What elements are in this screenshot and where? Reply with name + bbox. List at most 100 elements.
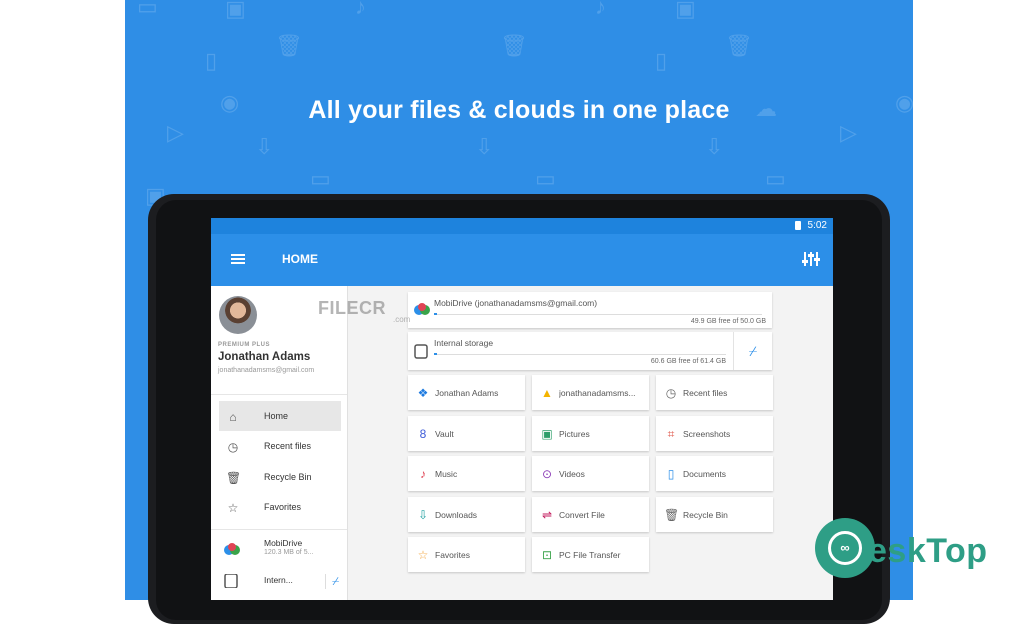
tile-label: PC File Transfer: [559, 550, 621, 560]
tile-label: Music: [435, 469, 458, 479]
drawer-item-recent-files[interactable]: ◷ Recent files: [219, 431, 341, 461]
image-icon: ▣: [675, 0, 696, 21]
tile-jonathanadamsms[interactable]: ▲ jonathanadamsms...: [532, 375, 649, 410]
screenshot-icon: ⌗: [667, 426, 675, 441]
music-icon: ♪: [420, 467, 426, 481]
brand-logo: ∞: [815, 518, 875, 578]
trash-icon: 🗑: [500, 33, 528, 58]
drawer-item-label: Favorites: [264, 502, 302, 512]
play-icon: ▷: [167, 120, 184, 145]
home-content: MobiDrive (jonathanadamsms@gmail.com) 49…: [348, 286, 833, 600]
tile-label: Documents: [683, 469, 726, 479]
storage-progress: [434, 313, 762, 315]
tile-pictures[interactable]: ▣ Pictures: [532, 415, 649, 451]
storage-name: MobiDrive: [264, 538, 303, 548]
storage-name: Intern...: [264, 575, 293, 585]
clean-icon[interactable]: ⌿: [733, 332, 772, 370]
folder-icon: ▭: [765, 166, 786, 191]
download-icon: ⇩: [475, 134, 494, 159]
drawer-item-label: Recycle Bin: [264, 472, 312, 482]
folder-icon: ▭: [310, 166, 331, 191]
tile-pc-file-transfer[interactable]: ⊡ PC File Transfer: [532, 537, 649, 572]
tile-favorites[interactable]: ☆ Favorites: [408, 537, 525, 572]
headline: All your files & clouds in one place: [308, 96, 730, 124]
app-screen: 5:02 HOME PREMIUM PLUS Jonathan Adams jo…: [211, 218, 833, 600]
menu-icon[interactable]: [231, 254, 245, 264]
clock-icon: ◷: [227, 440, 239, 454]
google-drive-icon: ▲: [541, 386, 553, 400]
tile-screenshots[interactable]: ⌗ Screenshots: [656, 415, 773, 451]
star-icon: ☆: [417, 548, 429, 562]
tile-vault[interactable]: 8 Vault: [408, 415, 525, 451]
tile-label: Recycle Bin: [683, 509, 728, 520]
download-icon: ⇩: [705, 134, 724, 159]
watermark-domain: .com: [393, 315, 411, 324]
tile-label: Jonathan Adams: [435, 388, 499, 398]
home-icon: ⌂: [229, 410, 237, 424]
tablet-icon: [224, 574, 238, 588]
pc-transfer-icon: ⊡: [541, 548, 553, 562]
drawer-storage-internal[interactable]: Intern... ⌿: [219, 568, 344, 598]
tile-videos[interactable]: ⊙ Videos: [532, 456, 649, 491]
tile-recycle-bin[interactable]: 🗑 Recycle Bin: [656, 496, 773, 532]
dropbox-icon: ❖: [417, 386, 429, 400]
cloud-icon: [414, 303, 430, 315]
image-icon: ▣: [225, 0, 246, 21]
tile-label: jonathanadamsms...: [559, 388, 636, 398]
document-icon: ▯: [205, 48, 218, 73]
account-email: jonathanadamsms@gmail.com: [218, 367, 315, 374]
tile-documents[interactable]: ▯ Documents: [656, 456, 773, 491]
drawer-item-favorites[interactable]: ☆ Favorites: [219, 492, 341, 522]
star-icon: ☆: [227, 501, 239, 515]
avatar[interactable]: [219, 296, 257, 334]
clock-icon: ◷: [665, 386, 677, 400]
watermark: FILECR: [318, 298, 386, 318]
infinity-icon: ∞: [828, 531, 862, 565]
tablet-icon: [414, 344, 428, 359]
play-icon: ▷: [840, 120, 857, 145]
storage-card-internal[interactable]: Internal storage 60.6 GB free of 61.4 GB…: [408, 332, 772, 370]
brand-text-part: esk: [868, 532, 927, 570]
drawer-item-recycle-bin[interactable]: 🗑 Recycle Bin: [219, 462, 341, 492]
trash-icon: 🗑: [725, 33, 753, 58]
lock-icon: 8: [419, 426, 427, 441]
tile-convert-file[interactable]: ⇌ Convert File: [532, 496, 649, 532]
storage-card-mobidrive[interactable]: MobiDrive (jonathanadamsms@gmail.com) 49…: [408, 292, 772, 328]
status-bar: 5:02: [211, 218, 833, 234]
folder-icon: ▭: [535, 166, 556, 191]
storage-free: 49.9 GB free of 50.0 GB: [690, 318, 766, 325]
drawer-item-label: Recent files: [264, 441, 312, 451]
image-icon: ▣: [541, 426, 553, 441]
folder-icon: ▭: [137, 0, 158, 19]
filter-settings-icon[interactable]: [802, 251, 820, 267]
storage-name: Internal storage: [434, 338, 494, 348]
storage-progress: [434, 353, 726, 355]
storage-free: 60.6 GB free of 61.4 GB: [650, 358, 726, 365]
tile-downloads[interactable]: ⇩ Downloads: [408, 496, 525, 532]
tile-label: Downloads: [435, 509, 478, 520]
trash-icon: 🗑: [275, 33, 303, 58]
drawer-item-home[interactable]: ⌂ Home: [219, 401, 341, 431]
music-icon: ♪: [595, 0, 606, 19]
page-title: HOME: [282, 252, 318, 266]
tile-label: Vault: [435, 428, 454, 439]
drawer-item-label: Home: [264, 411, 289, 421]
app-bar: HOME: [211, 234, 833, 286]
tile-label: Pictures: [559, 428, 590, 439]
brand-text-part: Top: [926, 532, 988, 570]
trash-icon: 🗑: [226, 471, 242, 485]
drawer-storage-mobidrive[interactable]: MobiDrive 120.3 MB of 5...: [219, 536, 344, 566]
document-icon: ▯: [667, 467, 675, 481]
clean-icon[interactable]: ⌿: [325, 574, 339, 589]
tile-music[interactable]: ♪ Music: [408, 456, 525, 491]
tile-jonathan-adams[interactable]: ❖ Jonathan Adams: [408, 375, 525, 410]
tile-recent-files[interactable]: ◷ Recent files: [656, 375, 773, 410]
document-icon: ▯: [655, 48, 668, 73]
convert-icon: ⇌: [541, 507, 553, 522]
navigation-drawer: PREMIUM PLUS Jonathan Adams jonathanadam…: [211, 286, 348, 600]
account-name: Jonathan Adams: [218, 351, 311, 363]
storage-name: MobiDrive (jonathanadamsms@gmail.com): [434, 298, 598, 308]
tile-label: Recent files: [683, 388, 728, 398]
tile-label: Screenshots: [683, 428, 731, 439]
drawer-divider: [211, 394, 347, 395]
